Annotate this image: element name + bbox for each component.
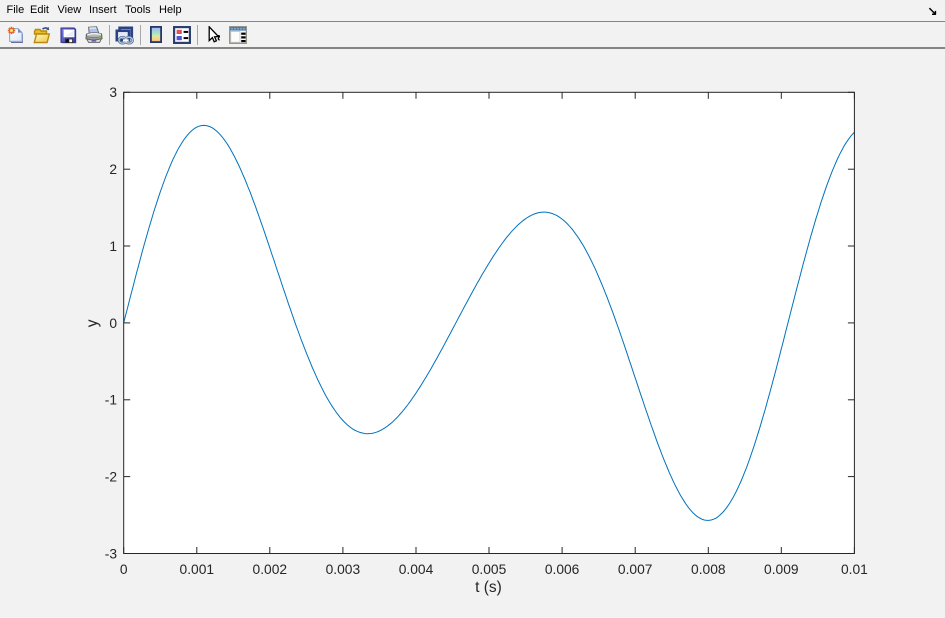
- svg-text:0.006: 0.006: [545, 562, 580, 577]
- svg-text:-3: -3: [105, 546, 118, 561]
- svg-text:2: 2: [109, 162, 117, 177]
- svg-text:0: 0: [109, 316, 117, 331]
- svg-text:0: 0: [120, 562, 128, 577]
- svg-text:0.008: 0.008: [691, 562, 726, 577]
- svg-text:0.01: 0.01: [841, 562, 868, 577]
- svg-text:-1: -1: [105, 393, 117, 408]
- svg-text:0.004: 0.004: [399, 562, 434, 577]
- svg-text:0.007: 0.007: [618, 562, 653, 577]
- svg-text:0.003: 0.003: [326, 562, 361, 577]
- svg-text:0.005: 0.005: [472, 562, 507, 577]
- svg-text:1: 1: [109, 239, 117, 254]
- svg-text:y: y: [84, 319, 101, 327]
- svg-text:3: 3: [109, 85, 117, 100]
- svg-text:t (s): t (s): [475, 579, 502, 596]
- svg-text:-2: -2: [105, 470, 117, 485]
- svg-text:0.002: 0.002: [253, 562, 288, 577]
- svg-text:0.009: 0.009: [764, 562, 799, 577]
- svg-text:0.001: 0.001: [180, 562, 215, 577]
